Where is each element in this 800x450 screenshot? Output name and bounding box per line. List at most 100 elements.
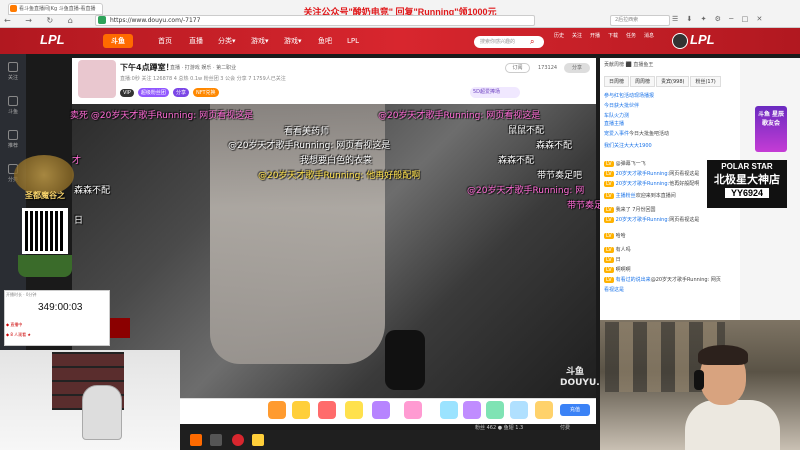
sidebar-item-follow[interactable]: 关注 — [0, 58, 26, 88]
danmu-item: 森森不配 — [498, 156, 535, 166]
chat-message: 宠爱入事件今日大批鱼吧活动 — [604, 130, 738, 137]
vip-badge[interactable]: VIP — [120, 89, 134, 97]
gift-plane-icon[interactable] — [463, 401, 481, 419]
chat-username[interactable]: 宠爱入事件 — [604, 131, 629, 137]
chat-message: LV 有人吗 — [604, 246, 738, 253]
heart-icon — [8, 62, 18, 72]
sidebar-item-douyu[interactable]: 斗鱼 — [0, 92, 26, 122]
chat-username[interactable]: 今日获大批伙伴 — [604, 103, 639, 109]
danmu-item: @20岁天才歌手Running: 网页看视这是 — [378, 111, 541, 121]
nav-game-2[interactable]: 游戏▾ — [284, 34, 302, 48]
chat-username[interactable]: 20岁天才歌手Running: — [616, 181, 670, 187]
task-icon[interactable]: 任务 — [622, 33, 640, 51]
gift-bear-icon[interactable] — [404, 401, 422, 419]
search-icon[interactable]: ⌕ — [530, 36, 544, 48]
sidebar-item-recommend[interactable]: 推荐 — [0, 126, 26, 156]
tab-weekly[interactable]: 周周榜 — [630, 76, 656, 87]
chat-message: 我们关注大大大1900 — [604, 142, 738, 149]
polar-line-3: YY6924 — [724, 188, 770, 198]
broadcast-icon[interactable]: 开播 — [586, 33, 604, 51]
chat-level-badge: LV — [604, 267, 614, 273]
gift-star-icon[interactable] — [372, 401, 390, 419]
streamer-avatar[interactable] — [78, 60, 116, 98]
message-icon[interactable]: 消息 — [640, 33, 658, 51]
chat-username[interactable]: 主播粉丝 — [616, 193, 636, 199]
tab-daily[interactable]: 日周榜 — [604, 76, 630, 87]
qr-code — [22, 208, 68, 254]
nav-lpl[interactable]: LPL — [347, 34, 359, 48]
danmu-item: 看看美药师 — [284, 127, 330, 137]
chat-tabs: 日周榜 周周榜 贵宾(998) 粉丝(17) — [604, 76, 738, 87]
download-icon[interactable]: 下载 — [604, 33, 622, 51]
chat-username[interactable]: 20岁天才歌手Running: — [616, 217, 670, 223]
chat-username[interactable]: 车队火力测 — [604, 113, 629, 119]
chat-text: 啊啊啊 — [615, 267, 631, 273]
chat-username[interactable]: 有看过的说出来 — [616, 277, 651, 283]
chat-text: 网页看视这是 — [669, 217, 700, 223]
taskbar-app-icon[interactable] — [252, 434, 264, 446]
chat-username[interactable]: 我们关注大大大1900 — [604, 143, 652, 149]
taskbar-app-icon[interactable] — [232, 434, 244, 446]
record-icon — [110, 318, 130, 338]
gift-ship-icon[interactable] — [486, 401, 504, 419]
nav-game[interactable]: 游戏▾ — [251, 34, 269, 48]
danmu-item: 带节奏足吧 — [537, 171, 583, 181]
browser-toolbar-icons[interactable]: ☰ ⬇ ✦ ⚙ ─ □ ✕ — [672, 15, 797, 26]
chat-username[interactable]: 看视这是 — [604, 287, 624, 293]
nav-category[interactable]: 分类▾ — [218, 34, 236, 48]
gift-rocket-icon[interactable] — [268, 401, 286, 419]
tab-fans[interactable]: 粉丝(17) — [690, 76, 721, 87]
taskbar-app-icon[interactable] — [210, 434, 222, 446]
lpl-logo-right: LPL — [690, 32, 715, 47]
gift-fish-icon[interactable] — [510, 401, 528, 419]
qr-plate — [18, 255, 72, 277]
danmu-item: 我想要白色的衣裳 — [300, 156, 373, 166]
gift-coin-icon[interactable] — [292, 401, 310, 419]
follow-icon[interactable]: 关注 — [568, 33, 586, 51]
taskbar-app-icon[interactable] — [190, 434, 202, 446]
fan-club-badge[interactable]: 超级粉丝团 — [137, 88, 169, 97]
timer-header: 开播时长 · 0分钟 — [6, 292, 37, 297]
gift-car-icon[interactable] — [440, 401, 458, 419]
share-button[interactable]: 分享 — [564, 63, 590, 73]
chat-message: 车队火力测 — [604, 112, 738, 119]
follow-count: 173124 — [538, 65, 558, 71]
recharge-button[interactable]: 充值 — [560, 404, 590, 416]
room-category[interactable]: 直播 · 打游戏 娱乐 · 第二职业 — [170, 64, 290, 71]
nav-fishbar[interactable]: 鱼吧 — [318, 34, 332, 48]
share-badge[interactable]: 分享 — [172, 88, 189, 97]
chat-message: 今日获大批伙伴 — [604, 102, 738, 109]
url-bar[interactable]: https://www.douyu.com/-7177 — [95, 15, 535, 26]
dragon-emblem-icon — [14, 155, 74, 195]
tab-vip[interactable]: 贵宾(998) — [656, 76, 690, 87]
chat-username[interactable]: 参与红包活动现场播报 — [604, 93, 654, 99]
room-stats: 直播:0秒 关注 126878 4 总热 0.1w 粉丝团 3 公会 分享 7 … — [120, 76, 286, 82]
chat-username[interactable]: 直播主播 — [604, 121, 624, 127]
history-label: 历史 — [553, 33, 564, 39]
headphone-icon — [694, 370, 704, 390]
follow-label: 关注 — [571, 33, 582, 39]
nav-home[interactable]: 首页 — [158, 34, 172, 48]
gift-box-icon[interactable] — [535, 401, 553, 419]
broadcast-label: 开播 — [589, 33, 600, 39]
chat-level-badge: LV — [604, 181, 614, 187]
chat-message: LV 啊啊啊 — [604, 266, 738, 273]
nft-badge[interactable]: NFT兑换 — [192, 88, 219, 97]
chat-username[interactable]: 20岁天才歌手Running: — [616, 171, 670, 177]
qr-title: 圣都魔谷之 — [25, 191, 65, 200]
browser-tab[interactable]: 看斗鱼直播间|Kg 斗鱼直播-看直播 — [8, 3, 103, 15]
chat-level-badge: LV — [604, 161, 614, 167]
gift-crown-icon[interactable] — [345, 401, 363, 419]
browser-search-input[interactable]: 2后拉西索 — [610, 15, 670, 26]
ad-card[interactable]: 斗鱼 星辰 歌友会 — [755, 106, 787, 152]
stream-timer: 349:00:03 — [38, 302, 83, 313]
gift-heart-icon[interactable] — [318, 401, 336, 419]
browser-nav-buttons[interactable]: ← → ↻ ⌂ — [4, 16, 92, 26]
fish-icon — [8, 96, 18, 106]
user-avatar[interactable] — [672, 33, 688, 49]
subscribe-button[interactable]: 订阅 — [505, 63, 530, 73]
nav-live[interactable]: 直播 — [189, 34, 203, 48]
douyu-logo[interactable]: 斗鱼 — [103, 34, 133, 48]
hot-badge[interactable]: 5D超爱捧场 — [470, 87, 520, 98]
history-icon[interactable]: 历史 — [550, 33, 568, 51]
